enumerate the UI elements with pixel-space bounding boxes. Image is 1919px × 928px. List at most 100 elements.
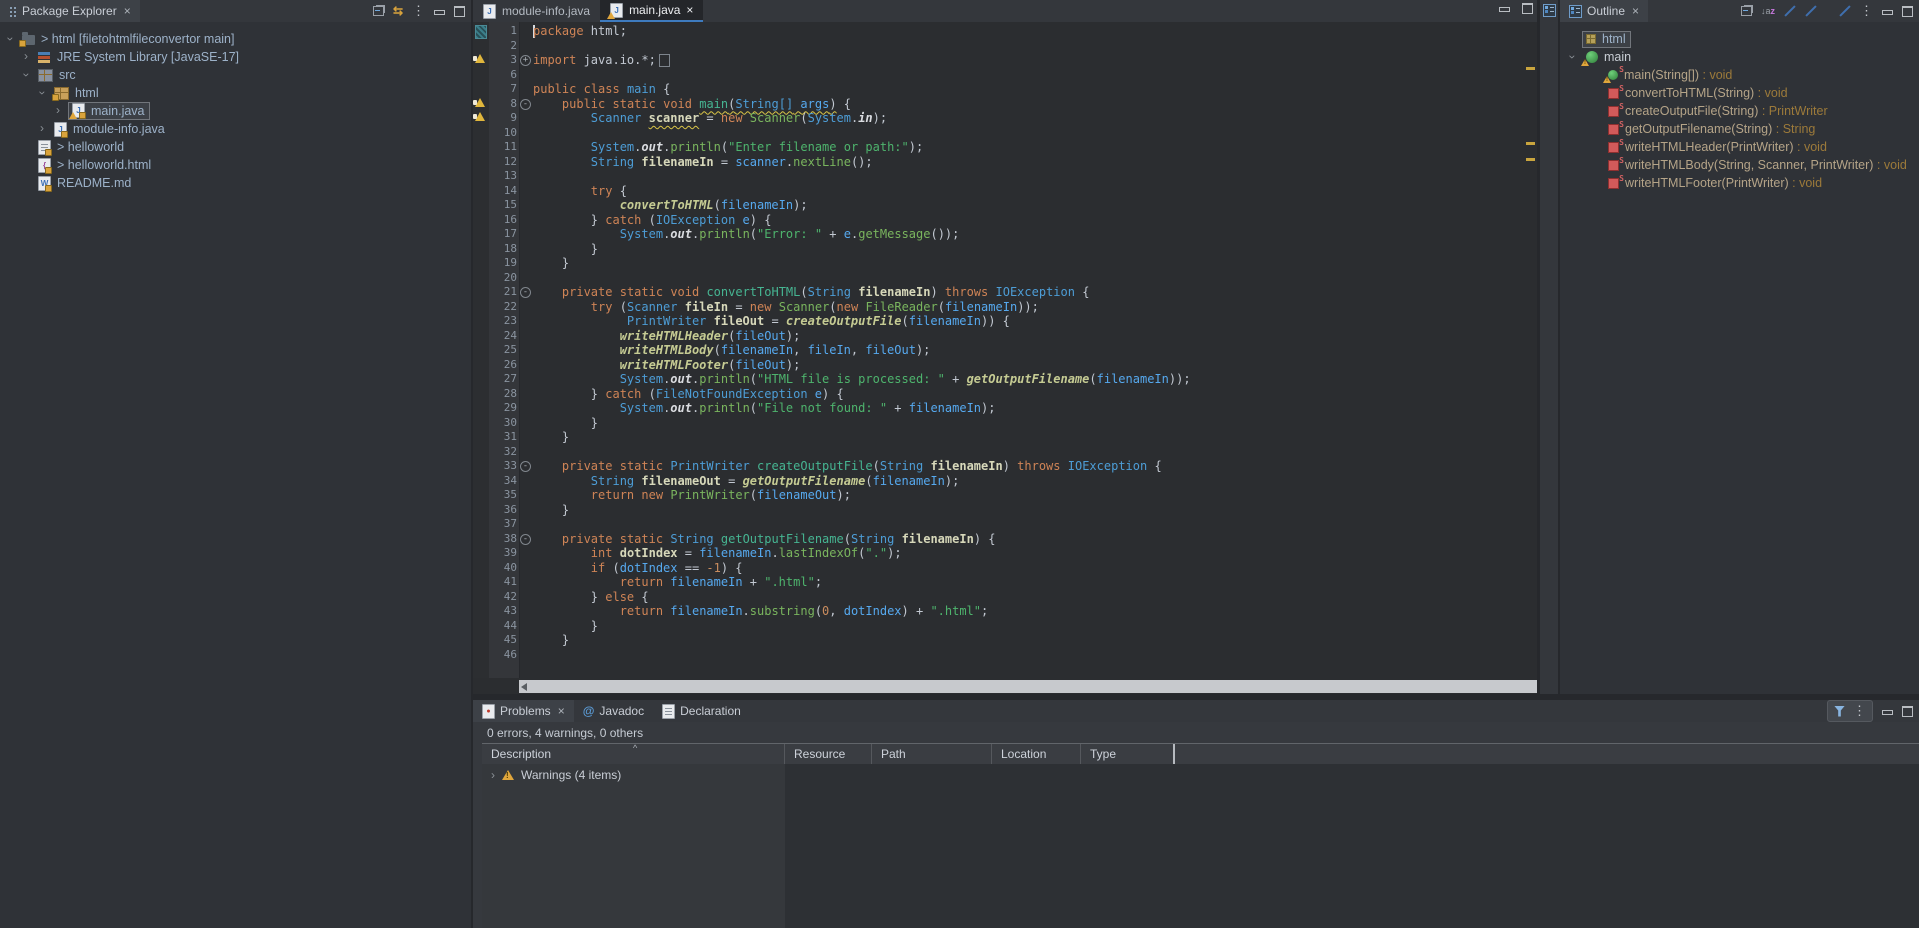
code-line-22[interactable]: 22 try (Scanner fileIn = new Scanner(new… bbox=[473, 300, 1537, 315]
tab-javadoc[interactable]: @ Javadoc bbox=[574, 700, 653, 722]
code-line-24[interactable]: 24 writeHTMLHeader(fileOut); bbox=[473, 329, 1537, 344]
tree-item-html[interactable]: ›html bbox=[0, 84, 471, 102]
overview-warning-mark[interactable] bbox=[1526, 158, 1535, 161]
tree-item-readme-md[interactable]: WREADME.md bbox=[0, 174, 471, 192]
maximize-icon[interactable] bbox=[1522, 3, 1533, 14]
chevron-right-icon[interactable]: › bbox=[40, 121, 44, 135]
column-header-path[interactable]: Path bbox=[872, 744, 992, 764]
restore-view-icon[interactable] bbox=[1543, 4, 1556, 17]
tree-item--html-filetohtmlfileconvertor-main-[interactable]: ›> html [filetohtmlfileconvertor main] bbox=[0, 30, 471, 48]
code-editor[interactable]: 1package html;23+import java.io.*;67publ… bbox=[473, 22, 1537, 678]
code-line-30[interactable]: 30 } bbox=[473, 416, 1537, 431]
code-line-27[interactable]: 27 System.out.println("HTML file is proc… bbox=[473, 372, 1537, 387]
collapse-all-icon[interactable] bbox=[373, 6, 384, 16]
code-line-39[interactable]: 39 int dotIndex = filenameIn.lastIndexOf… bbox=[473, 546, 1537, 561]
tree-item--helloworld[interactable]: > helloworld bbox=[0, 138, 471, 156]
code-line-23[interactable]: 23 PrintWriter fileOut = createOutputFil… bbox=[473, 314, 1537, 329]
fold-collapse-icon[interactable]: - bbox=[520, 287, 531, 298]
code-line-2[interactable]: 2 bbox=[473, 39, 1537, 54]
fold-collapse-icon[interactable]: - bbox=[520, 99, 531, 110]
sort-icon[interactable]: ↓az bbox=[1761, 6, 1775, 16]
close-icon[interactable]: × bbox=[1632, 4, 1639, 18]
fold-collapse-icon[interactable]: - bbox=[520, 461, 531, 472]
tab-outline[interactable]: Outline × bbox=[1560, 0, 1648, 22]
editor-tab-main-java[interactable]: J main.java × bbox=[600, 0, 703, 22]
outline-item-method-writehtmlheader[interactable]: SwriteHTMLHeader(PrintWriter) : void bbox=[1560, 138, 1919, 156]
column-header-type[interactable]: Type bbox=[1081, 744, 1175, 764]
code-line-32[interactable]: 32 bbox=[473, 445, 1537, 460]
tab-problems[interactable]: ● Problems × bbox=[473, 700, 574, 722]
code-line-13[interactable]: 13 bbox=[473, 169, 1537, 184]
minimize-icon[interactable] bbox=[1499, 7, 1510, 12]
code-line-44[interactable]: 44 } bbox=[473, 619, 1537, 634]
folded-region-icon[interactable] bbox=[659, 54, 670, 67]
code-line-20[interactable]: 20 bbox=[473, 271, 1537, 286]
close-icon[interactable]: × bbox=[124, 4, 131, 18]
code-line-28[interactable]: 28 } catch (FileNotFoundException e) { bbox=[473, 387, 1537, 402]
hide-non-public-icon[interactable] bbox=[1826, 4, 1830, 18]
code-line-40[interactable]: 40 if (dotIndex == -1) { bbox=[473, 561, 1537, 576]
tree-item--helloworld-html[interactable]: {> helloworld.html bbox=[0, 156, 471, 174]
outline-item-method-createoutputfile[interactable]: ScreateOutputFile(String) : PrintWriter bbox=[1560, 102, 1919, 120]
minimize-icon[interactable] bbox=[1882, 10, 1893, 15]
chevron-right-icon[interactable]: › bbox=[24, 49, 28, 63]
code-line-43[interactable]: 43 return filenameIn.substring(0, dotInd… bbox=[473, 604, 1537, 619]
tree-item-src[interactable]: ›src bbox=[0, 66, 471, 84]
maximize-icon[interactable] bbox=[454, 6, 465, 17]
outline-item-package-html[interactable]: html bbox=[1560, 30, 1919, 48]
maximize-icon[interactable] bbox=[1902, 706, 1913, 717]
view-menu-icon[interactable]: ⋮ bbox=[412, 3, 425, 19]
code-line-17[interactable]: 17 System.out.println("Error: " + e.getM… bbox=[473, 227, 1537, 242]
filter-icon[interactable] bbox=[1834, 706, 1845, 717]
code-line-19[interactable]: 19 } bbox=[473, 256, 1537, 271]
hide-local-types-icon[interactable] bbox=[1839, 5, 1851, 17]
hide-static-members-icon[interactable] bbox=[1805, 5, 1817, 17]
fold-expand-icon[interactable]: + bbox=[520, 55, 531, 66]
hide-fields-icon[interactable] bbox=[1784, 5, 1796, 17]
outline-item-method-writehtmlbody[interactable]: SwriteHTMLBody(String, Scanner, PrintWri… bbox=[1560, 156, 1919, 174]
code-line-21[interactable]: 21- private static void convertToHTML(St… bbox=[473, 285, 1537, 300]
code-line-34[interactable]: 34 String filenameOut = getOutputFilenam… bbox=[473, 474, 1537, 489]
tree-item-jre-system-library-javase-17-[interactable]: ›JRE System Library [JavaSE-17] bbox=[0, 48, 471, 66]
selected-item-box[interactable]: Jmain.java bbox=[68, 102, 150, 120]
code-line-18[interactable]: 18 } bbox=[473, 242, 1537, 257]
chevron-down-icon[interactable]: › bbox=[1566, 55, 1580, 59]
selected-item-box[interactable]: html bbox=[1582, 31, 1631, 48]
code-line-6[interactable]: 6 bbox=[473, 68, 1537, 83]
close-icon[interactable]: × bbox=[558, 704, 565, 718]
horizontal-scrollbar[interactable] bbox=[519, 680, 1537, 693]
outline-item-method-getoutputfilename[interactable]: SgetOutputFilename(String) : String bbox=[1560, 120, 1919, 138]
code-line-10[interactable]: 10 bbox=[473, 126, 1537, 141]
code-line-41[interactable]: 41 return filenameIn + ".html"; bbox=[473, 575, 1537, 590]
link-with-editor-icon[interactable]: ⇆ bbox=[393, 4, 403, 18]
outline-item-method-converttohtml[interactable]: SconvertToHTML(String) : void bbox=[1560, 84, 1919, 102]
code-line-26[interactable]: 26 writeHTMLFooter(fileOut); bbox=[473, 358, 1537, 373]
collapse-all-icon[interactable] bbox=[1741, 6, 1752, 16]
code-line-36[interactable]: 36 } bbox=[473, 503, 1537, 518]
view-menu-icon[interactable]: ⋮ bbox=[1853, 703, 1866, 719]
problems-warnings-group-row[interactable]: › Warnings (4 items) bbox=[482, 766, 621, 784]
overview-warning-mark[interactable] bbox=[1526, 67, 1535, 70]
outline-item-method-writehtmlfooter[interactable]: SwriteHTMLFooter(PrintWriter) : void bbox=[1560, 174, 1919, 192]
column-header-location[interactable]: Location bbox=[992, 744, 1081, 764]
chevron-right-icon[interactable]: › bbox=[56, 103, 60, 117]
code-line-3[interactable]: 3+import java.io.*; bbox=[473, 53, 1537, 68]
code-line-11[interactable]: 11 System.out.println("Enter filename or… bbox=[473, 140, 1537, 155]
code-line-29[interactable]: 29 System.out.println("File not found: "… bbox=[473, 401, 1537, 416]
code-line-38[interactable]: 38- private static String getOutputFilen… bbox=[473, 532, 1537, 547]
tree-item-module-info-java[interactable]: ›Jmodule-info.java bbox=[0, 120, 471, 138]
scroll-left-arrow-icon[interactable] bbox=[521, 683, 527, 691]
view-menu-icon[interactable]: ⋮ bbox=[1860, 3, 1873, 19]
code-line-8[interactable]: 8- public static void main(String[] args… bbox=[473, 97, 1537, 112]
tab-package-explorer[interactable]: Package Explorer × bbox=[0, 0, 140, 22]
overview-warning-mark[interactable] bbox=[1526, 142, 1535, 145]
chevron-down-icon[interactable]: › bbox=[36, 91, 50, 95]
code-line-25[interactable]: 25 writeHTMLBody(filenameIn, fileIn, fil… bbox=[473, 343, 1537, 358]
code-line-37[interactable]: 37 bbox=[473, 517, 1537, 532]
chevron-down-icon[interactable]: › bbox=[20, 73, 34, 77]
code-line-12[interactable]: 12 String filenameIn = scanner.nextLine(… bbox=[473, 155, 1537, 170]
minimize-icon[interactable] bbox=[434, 10, 445, 15]
tree-item-main-java[interactable]: › Jmain.java bbox=[0, 102, 471, 120]
code-line-31[interactable]: 31 } bbox=[473, 430, 1537, 445]
code-line-15[interactable]: 15 convertToHTML(filenameIn); bbox=[473, 198, 1537, 213]
